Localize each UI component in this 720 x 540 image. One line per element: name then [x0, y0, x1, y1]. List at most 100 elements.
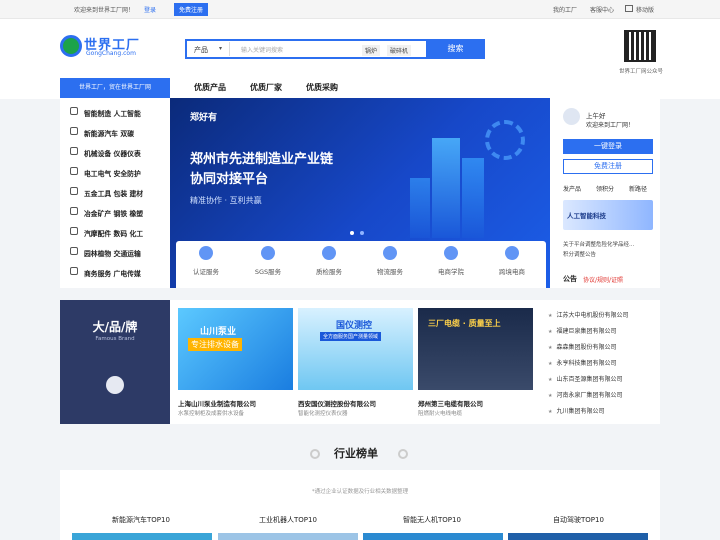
nav-item-factories[interactable]: 优质厂家: [250, 82, 282, 93]
brand-card-desc: 阻燃耐火电线电缆: [418, 411, 463, 417]
category-icon: [70, 267, 78, 275]
search-input[interactable]: 输入关键词搜索: [241, 45, 283, 54]
rank-tab[interactable]: 智能无人机TOP10: [403, 515, 461, 525]
my-factory-link[interactable]: 我的工厂: [553, 5, 577, 14]
carousel-dot[interactable]: [350, 231, 354, 235]
qr-caption: 世界工厂网公众号: [619, 69, 664, 75]
nav-item-purchasing[interactable]: 优质采购: [306, 82, 338, 93]
category-item[interactable]: 冶金矿产 钢铁 橡塑: [60, 202, 170, 222]
brand-title: 大/品/牌: [92, 320, 138, 334]
divider: [229, 42, 230, 56]
tower-graphic: [432, 138, 460, 238]
gear-icon: [485, 120, 525, 160]
qr-code: [624, 30, 656, 62]
category-item[interactable]: 新能源汽车 双碳: [60, 122, 170, 142]
rank-tab[interactable]: 工业机器人TOP10: [259, 515, 317, 525]
brand-list-item[interactable]: 河南永泉厂集团有限公司: [548, 390, 622, 399]
brand-list-item[interactable]: 江苏大中电机股份有限公司: [548, 310, 628, 319]
brand-list-item[interactable]: 永亨科技集团有限公司: [548, 358, 616, 367]
brand-list-item[interactable]: 福建巨泉集团有限公司: [548, 326, 616, 335]
rank-card-image[interactable]: [72, 533, 212, 540]
service-item[interactable]: 认证服务: [176, 246, 236, 276]
category-item[interactable]: 智能制造 人工智能: [60, 102, 170, 122]
brand-card-desc: 智能化测控仪表仪器: [298, 411, 348, 417]
building-graphic: [462, 158, 484, 238]
academy-icon: [444, 246, 458, 260]
brand-card-name[interactable]: 上海山川泵业制造有限公司: [178, 398, 256, 408]
gear-icon: [310, 449, 320, 459]
logo-globe-icon: [60, 35, 82, 57]
register-button[interactable]: 免费注册: [563, 159, 653, 174]
carousel-dot[interactable]: [360, 231, 364, 235]
nav-item-products[interactable]: 优质产品: [194, 82, 226, 93]
rank-card-image[interactable]: [218, 533, 358, 540]
category-icon: [70, 147, 78, 155]
service-item[interactable]: SGS服务: [238, 246, 298, 276]
search-button[interactable]: 搜索: [426, 39, 485, 59]
famous-brand-box: 大/品/牌 Famous Brand: [60, 300, 170, 424]
crossborder-icon: [505, 246, 519, 260]
rank-tab[interactable]: 自动驾驶TOP10: [553, 515, 604, 525]
category-item[interactable]: 园林植物 交通运输: [60, 242, 170, 262]
service-item[interactable]: 跨境电商: [482, 246, 542, 276]
main-nav: 世界工厂，贸在世界工厂网 优质产品 优质厂家 优质采购: [0, 78, 720, 98]
category-icon: [70, 227, 78, 235]
brand-card-name[interactable]: 郑州第三电缆有限公司: [418, 398, 483, 408]
service-item[interactable]: 电商学院: [421, 246, 481, 276]
brand-card-name[interactable]: 西安国仪测控股份有限公司: [298, 398, 376, 408]
category-sidebar: 智能制造 人工智能 新能源汽车 双碳 机械设备 仪器仪表 电工电气 安全防护 五…: [60, 98, 170, 288]
welcome-text: 欢迎来到世界工厂网！: [74, 7, 135, 14]
login-button[interactable]: 一键登录: [563, 139, 653, 154]
service-item[interactable]: 质检服务: [299, 246, 359, 276]
category-icon: [70, 167, 78, 175]
publish-product-link[interactable]: 发产品: [563, 184, 581, 193]
logo-domain: GongChang.com: [86, 50, 136, 57]
category-item[interactable]: 汽摩配件 数码 化工: [60, 222, 170, 242]
register-link[interactable]: 免费注册: [174, 3, 209, 16]
service-item[interactable]: 物流服务: [360, 246, 420, 276]
category-icon: [70, 187, 78, 195]
notice-item[interactable]: 积分调整公告: [563, 250, 596, 258]
sgs-icon: [261, 246, 275, 260]
claim-points-link[interactable]: 领积分: [596, 184, 614, 193]
welcome-message: 欢迎来到工厂网！: [586, 122, 635, 129]
logistics-icon: [383, 246, 397, 260]
category-item[interactable]: 电工电气 安全防护: [60, 162, 170, 182]
brand-card-image[interactable]: 三厂电缆 · 质量至上: [418, 308, 533, 390]
search-type-select[interactable]: 产品: [194, 45, 208, 55]
brand-cards: 山川泵业 专注排水设备 上海山川泵业制造有限公司 水泵控制柜及成套供水设备 国仪…: [170, 300, 540, 424]
brand-list-item[interactable]: 山东百圣源集团有限公司: [548, 374, 622, 383]
greeting: 上午好: [586, 112, 606, 120]
banner-brand: 郑好有: [190, 113, 218, 123]
category-item[interactable]: 商务服务 广电传媒: [60, 262, 170, 282]
rank-card-image[interactable]: [508, 533, 648, 540]
category-item[interactable]: 五金工具 包装 建材: [60, 182, 170, 202]
rank-card-image[interactable]: [363, 533, 503, 540]
hot-tag[interactable]: 锅炉: [362, 45, 381, 56]
banner-title-line1: 郑州市先进制造业产业链: [190, 152, 334, 167]
ai-ad-banner[interactable]: 人工智能科技: [563, 200, 653, 230]
service-center-link[interactable]: 客服中心: [590, 5, 614, 14]
mobile-link[interactable]: 移动版: [636, 5, 654, 14]
mobile-icon: [625, 5, 633, 12]
brand-card-image[interactable]: 山川泵业 专注排水设备: [178, 308, 293, 390]
brand-list: 江苏大中电机股份有限公司 福建巨泉集团有限公司 森森集团股份有限公司 永亨科技集…: [540, 300, 660, 424]
login-link[interactable]: 登录: [144, 5, 156, 14]
new-path-link[interactable]: 新路径: [629, 184, 647, 193]
hot-tag[interactable]: 破碎机: [387, 45, 412, 56]
trophy-icon: [106, 376, 124, 394]
category-title: 世界工厂，贸在世界工厂网: [60, 78, 170, 98]
rank-tab[interactable]: 新能源汽车TOP10: [112, 515, 170, 525]
top-bar: 欢迎来到世界工厂网！ 登录 免费注册 我的工厂 客服中心 移动版: [0, 0, 720, 19]
announcement-links[interactable]: 协议/规则/证照: [583, 275, 623, 284]
category-item[interactable]: 机械设备 仪器仪表: [60, 142, 170, 162]
notice-item[interactable]: 关于平台调整危险化学品经...: [563, 240, 634, 248]
brand-card-image[interactable]: 国仪测控 全方面服务国产测量领域: [298, 308, 413, 390]
announcement-label: 公告: [563, 275, 577, 283]
brand-list-item[interactable]: 九川集团有限公司: [548, 406, 604, 415]
category-icon: [70, 247, 78, 255]
banner-title-line2: 协同对接平台: [190, 172, 269, 187]
avatar: [563, 108, 580, 125]
brand-list-item[interactable]: 森森集团股份有限公司: [548, 342, 616, 351]
banner-subtitle: 精准协作 · 互利共赢: [190, 196, 262, 205]
